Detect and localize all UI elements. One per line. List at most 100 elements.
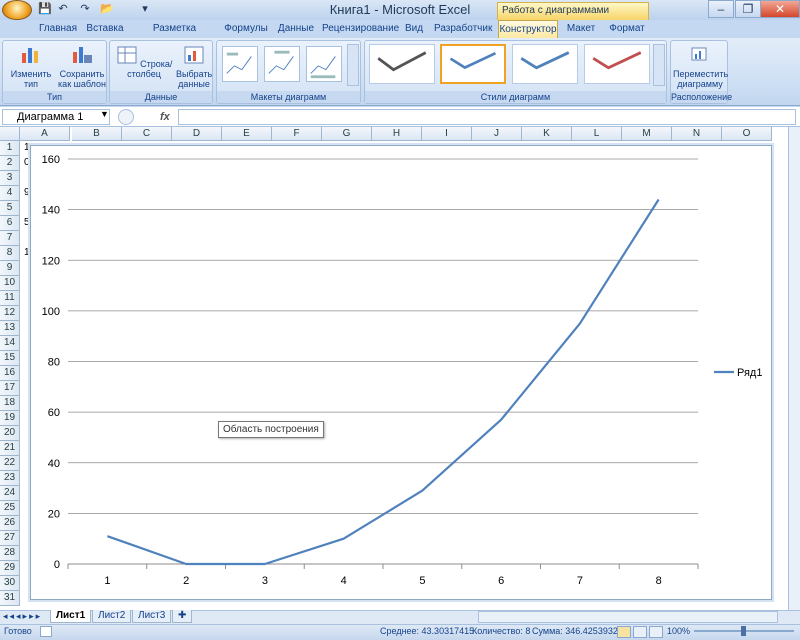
select-all-corner[interactable] [0,127,20,141]
row-header-13[interactable]: 13 [0,321,20,336]
column-header-n[interactable]: N [672,127,722,141]
row-header-17[interactable]: 17 [0,381,20,396]
chart-style-2[interactable] [440,44,506,84]
sheet-nav-arrows-icon[interactable]: ◂◂◂▸▸▸ [3,611,42,622]
column-header-a[interactable]: A [20,127,70,141]
sheet-tab-2[interactable]: Лист2 [92,610,132,623]
zoom-slider-thumb[interactable] [741,626,746,636]
column-header-o[interactable]: O [722,127,772,141]
row-header-2[interactable]: 2 [0,156,20,171]
name-box-dropdown-icon[interactable]: ▼ [100,109,109,119]
row-header-18[interactable]: 18 [0,396,20,411]
column-header-e[interactable]: E [222,127,272,141]
row-header-7[interactable]: 7 [0,231,20,246]
row-header-14[interactable]: 14 [0,336,20,351]
row-header-28[interactable]: 28 [0,546,20,561]
formula-cancel-icon[interactable] [118,109,134,125]
formula-input[interactable] [178,109,796,125]
normal-view-icon[interactable] [617,626,631,638]
column-header-j[interactable]: J [472,127,522,141]
column-header-i[interactable]: I [422,127,472,141]
column-header-c[interactable]: C [122,127,172,141]
row-header-12[interactable]: 12 [0,306,20,321]
save-template-button[interactable]: Сохранить как шаблон [57,45,107,89]
row-header-21[interactable]: 21 [0,441,20,456]
tab-layout[interactable]: Макет [563,20,599,38]
row-header-26[interactable]: 26 [0,516,20,531]
page-break-view-icon[interactable] [649,626,663,638]
cell-a8[interactable]: 1 [24,246,30,260]
y-tick-label: 120 [42,255,60,267]
row-header-4[interactable]: 4 [0,186,20,201]
row-header-8[interactable]: 8 [0,246,20,261]
column-header-k[interactable]: K [522,127,572,141]
tab-page-layout[interactable]: Разметка страницы [133,20,216,52]
row-header-29[interactable]: 29 [0,561,20,576]
tab-insert[interactable]: Вставка [84,20,126,38]
chart-layout-1[interactable] [222,46,258,82]
insert-function-icon[interactable]: fx [160,108,176,126]
select-data-button[interactable]: Выбрать данные [176,45,212,89]
vertical-scrollbar[interactable] [788,127,800,610]
insert-sheet-icon[interactable]: ✚ [172,610,193,623]
row-header-23[interactable]: 23 [0,471,20,486]
move-chart-button[interactable]: Переместить диаграмму [673,45,728,89]
x-tick-label: 6 [498,575,504,587]
cell-a2[interactable]: 0 [24,156,30,170]
name-box[interactable]: Диаграмма 1 [2,109,110,125]
row-header-10[interactable]: 10 [0,276,20,291]
minimize-button[interactable]: – [708,0,734,18]
row-header-9[interactable]: 9 [0,261,20,276]
chart-style-1[interactable] [369,44,435,84]
macro-record-icon[interactable] [40,626,52,637]
row-header-15[interactable]: 15 [0,351,20,366]
cell-a6[interactable]: 5 [24,216,30,230]
tab-review[interactable]: Рецензирование [322,20,399,38]
tab-developer[interactable]: Разработчик [434,20,492,38]
tab-data[interactable]: Данные [276,20,316,38]
row-header-19[interactable]: 19 [0,411,20,426]
row-header-6[interactable]: 6 [0,216,20,231]
column-header-b[interactable]: B [72,127,122,141]
row-header-27[interactable]: 27 [0,531,20,546]
row-header-3[interactable]: 3 [0,171,20,186]
row-header-5[interactable]: 5 [0,201,20,216]
chart-styles-scroll[interactable] [653,44,665,86]
chart-style-3[interactable] [512,44,578,84]
row-header-25[interactable]: 25 [0,501,20,516]
chart-style-4[interactable] [584,44,650,84]
chart-layouts-scroll[interactable] [347,44,359,86]
row-header-31[interactable]: 31 [0,591,20,606]
cell-a4[interactable]: 9 [24,186,30,200]
horizontal-scrollbar[interactable] [478,611,778,623]
column-header-l[interactable]: L [572,127,622,141]
switch-row-column-button[interactable]: Строка/столбец [112,45,176,79]
column-header-d[interactable]: D [172,127,222,141]
column-header-f[interactable]: F [272,127,322,141]
chart-layout-3[interactable] [306,46,342,82]
zoom-level[interactable]: 100% [667,626,690,636]
sheet-tab-3[interactable]: Лист3 [132,610,172,623]
maximize-button[interactable]: ❐ [735,0,761,18]
line-chart[interactable]: 0 20 40 60 80 100 120 140 160 1 2 3 4 5 6 7 8 Ряд1 [30,145,772,600]
tab-home[interactable]: Главная [38,20,78,38]
row-header-30[interactable]: 30 [0,576,20,591]
row-header-22[interactable]: 22 [0,456,20,471]
chart-layout-2[interactable] [264,46,300,82]
column-header-g[interactable]: G [322,127,372,141]
sheet-tab-1[interactable]: Лист1 [50,610,92,623]
tab-view[interactable]: Вид [401,20,427,38]
page-layout-view-icon[interactable] [633,626,647,638]
tab-format[interactable]: Формат [605,20,649,38]
data-group: Строка/столбец Выбрать данные Данные [109,40,213,104]
close-button[interactable]: ✕ [760,0,800,18]
row-header-20[interactable]: 20 [0,426,20,441]
row-header-16[interactable]: 16 [0,366,20,381]
tab-formulas[interactable]: Формулы [222,20,270,38]
column-header-h[interactable]: H [372,127,422,141]
column-header-m[interactable]: M [622,127,672,141]
row-header-11[interactable]: 11 [0,291,20,306]
row-header-1[interactable]: 1 [0,141,20,156]
row-header-24[interactable]: 24 [0,486,20,501]
tab-design[interactable]: Конструктор [498,20,558,38]
